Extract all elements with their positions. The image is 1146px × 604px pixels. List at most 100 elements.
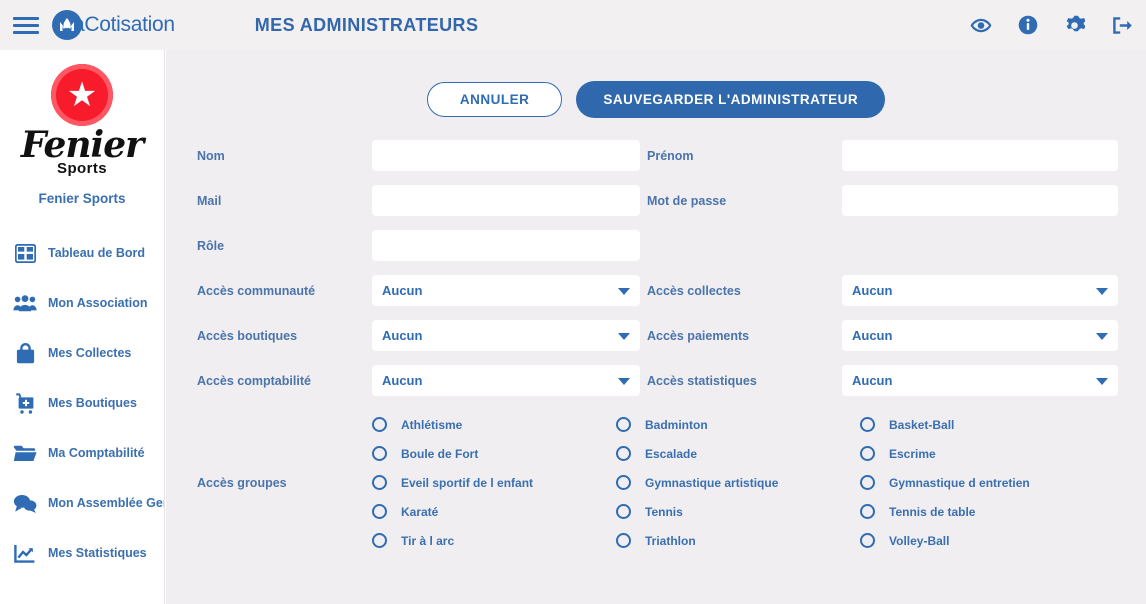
- sidebar-item-mes-boutiques[interactable]: Mes Boutiques: [0, 378, 164, 428]
- select-value: Aucun: [382, 373, 423, 388]
- chat-icon: [8, 494, 42, 513]
- acces-boutiques-select[interactable]: Aucun: [372, 320, 640, 351]
- hamburger-icon[interactable]: [13, 14, 39, 36]
- top-bar: aCotisation MES ADMINISTRATEURS: [0, 0, 1146, 50]
- group-option-label: Karaté: [401, 504, 439, 519]
- info-icon[interactable]: [1018, 15, 1038, 35]
- group-option[interactable]: Tennis: [616, 497, 860, 526]
- group-option[interactable]: Escrime: [860, 439, 1120, 468]
- group-option-label: Escalade: [645, 446, 698, 461]
- field-prenom: Prénom: [647, 140, 1136, 171]
- radio-icon[interactable]: [372, 533, 387, 548]
- prenom-input[interactable]: [842, 140, 1118, 171]
- field-label-acces-paiements: Accès paiements: [647, 328, 750, 343]
- sidebar-item-label: Mes Statistiques: [48, 546, 147, 561]
- dashboard-icon: [8, 243, 42, 263]
- field-label-acces-statistiques: Accès statistiques: [647, 373, 757, 388]
- nom-input[interactable]: [372, 140, 640, 171]
- logout-icon[interactable]: [1111, 16, 1132, 35]
- acces-comptabilite-select[interactable]: Aucun: [372, 365, 640, 396]
- groups-grid: Athlétisme Boule de Fort Eveil sportif d…: [372, 410, 1120, 555]
- group-option[interactable]: Athlétisme: [372, 410, 616, 439]
- role-input[interactable]: [372, 230, 640, 261]
- group-option[interactable]: Basket-Ball: [860, 410, 1120, 439]
- group-option-label: Tennis: [645, 504, 683, 519]
- field-acces-comptabilite: Accès comptabilité Aucun: [166, 365, 647, 396]
- group-option[interactable]: Gymnastique artistique: [616, 468, 860, 497]
- field-acces-boutiques: Accès boutiques Aucun: [166, 320, 647, 351]
- groups-column-2: Badminton Escalade Gymnastique artistiqu…: [616, 410, 860, 555]
- group-option-label: Eveil sportif de l enfant: [401, 475, 534, 490]
- sidebar-item-mon-association[interactable]: Mon Association: [0, 278, 164, 328]
- group-option[interactable]: Tir à l arc: [372, 526, 616, 555]
- brand-name: aCotisation: [73, 13, 175, 36]
- group-option[interactable]: Triathlon: [616, 526, 860, 555]
- chevron-down-icon: [618, 332, 630, 340]
- radio-icon[interactable]: [860, 533, 875, 548]
- radio-icon[interactable]: [860, 446, 875, 461]
- acces-communaute-select[interactable]: Aucun: [372, 275, 640, 306]
- group-option[interactable]: Karaté: [372, 497, 616, 526]
- sidebar-item-tableau-de-bord[interactable]: Tableau de Bord: [0, 228, 164, 278]
- group-option[interactable]: Gymnastique d entretien: [860, 468, 1120, 497]
- sidebar-item-mon-assemblee-gen[interactable]: Mon Assemblée Gen.: [0, 478, 164, 528]
- sidebar-item-mes-collectes[interactable]: Mes Collectes: [0, 328, 164, 378]
- acces-collectes-select[interactable]: Aucun: [842, 275, 1118, 306]
- cart-icon: [8, 393, 42, 414]
- field-acces-groupes: Accès groupes Athlétisme Boule de Fort E…: [166, 410, 1146, 555]
- administrator-form: Nom Prénom Mail Mot de passe Rôle Accès …: [166, 118, 1146, 555]
- group-option[interactable]: Boule de Fort: [372, 439, 616, 468]
- cancel-button[interactable]: ANNULER: [426, 82, 563, 117]
- acces-paiements-select[interactable]: Aucun: [842, 320, 1118, 351]
- radio-icon[interactable]: [860, 417, 875, 432]
- radio-icon[interactable]: [372, 446, 387, 461]
- chevron-down-icon: [1096, 287, 1108, 295]
- gear-icon[interactable]: [1064, 15, 1085, 36]
- acces-statistiques-select[interactable]: Aucun: [842, 365, 1118, 396]
- chevron-down-icon: [1096, 377, 1108, 385]
- select-value: Aucun: [852, 373, 893, 388]
- group-option[interactable]: Tennis de table: [860, 497, 1120, 526]
- hamburger-bar: [13, 30, 39, 34]
- chevron-down-icon: [1096, 332, 1108, 340]
- group-option-label: Tennis de table: [889, 504, 976, 519]
- brand-logo[interactable]: aCotisation: [52, 10, 175, 40]
- group-option[interactable]: Escalade: [616, 439, 860, 468]
- groups-column-3: Basket-Ball Escrime Gymnastique d entret…: [860, 410, 1120, 555]
- radio-icon[interactable]: [616, 533, 631, 548]
- radio-icon[interactable]: [372, 504, 387, 519]
- sidebar-item-label: Mes Collectes: [48, 346, 132, 361]
- mail-input[interactable]: [372, 185, 640, 216]
- star-glyph: ★: [66, 76, 98, 114]
- group-option[interactable]: Badminton: [616, 410, 860, 439]
- radio-icon[interactable]: [372, 475, 387, 490]
- radio-icon[interactable]: [860, 504, 875, 519]
- field-acces-paiements: Accès paiements Aucun: [647, 320, 1136, 351]
- field-mail: Mail: [166, 185, 647, 216]
- select-value: Aucun: [852, 328, 893, 343]
- save-administrator-button[interactable]: SAUVEGARDER L'ADMINISTRATEUR: [576, 81, 886, 118]
- mot-de-passe-input[interactable]: [842, 185, 1118, 216]
- radio-icon[interactable]: [616, 417, 631, 432]
- field-nom: Nom: [166, 140, 647, 171]
- form-row-nom-prenom: Nom Prénom: [166, 140, 1146, 171]
- group-option[interactable]: Volley-Ball: [860, 526, 1120, 555]
- group-option[interactable]: Eveil sportif de l enfant: [372, 468, 616, 497]
- sidebar-nav: Tableau de Bord Mon Association Mes Coll…: [0, 228, 164, 578]
- sidebar-item-ma-comptabilite[interactable]: Ma Comptabilité: [0, 428, 164, 478]
- radio-icon[interactable]: [616, 504, 631, 519]
- group-option-label: Escrime: [889, 446, 936, 461]
- chevron-down-icon: [618, 287, 630, 295]
- field-label-mot-de-passe: Mot de passe: [647, 193, 727, 208]
- sidebar-item-label: Ma Comptabilité: [48, 446, 145, 461]
- group-option-label: Boule de Fort: [401, 446, 479, 461]
- radio-icon[interactable]: [372, 417, 387, 432]
- radio-icon[interactable]: [860, 475, 875, 490]
- radio-icon[interactable]: [616, 446, 631, 461]
- sidebar: ★ Fenier Sports Fenier Sports Tableau de…: [0, 50, 165, 604]
- eye-icon[interactable]: [970, 18, 992, 33]
- form-row-boutiques-paiements: Accès boutiques Aucun Accès paiements Au…: [166, 320, 1146, 351]
- topbar-icon-group: [970, 0, 1132, 50]
- radio-icon[interactable]: [616, 475, 631, 490]
- sidebar-item-mes-statistiques[interactable]: Mes Statistiques: [0, 528, 164, 578]
